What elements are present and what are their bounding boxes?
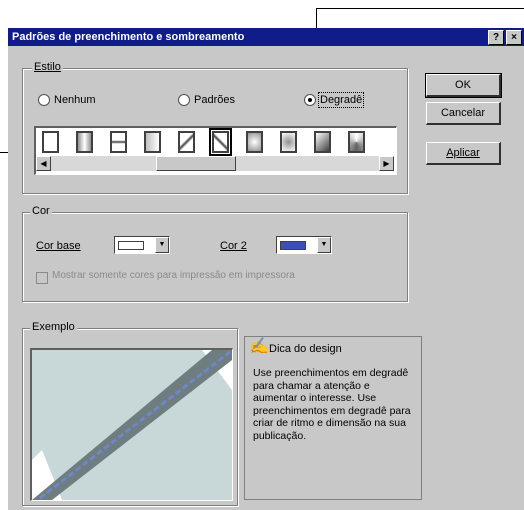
radio-patterns[interactable]: Padrões [178,94,235,106]
scrollbar-thumb[interactable] [156,156,236,171]
radio-patterns-label: Padrões [194,94,235,106]
style-group-legend: Estilo [32,61,63,73]
design-tip-box: ✍ Dica do design Use preenchimentos em d… [244,336,422,500]
radio-gradient-label: Degradê [317,92,365,108]
color2-swatch [280,241,306,250]
radio-none[interactable]: Nenhum [38,94,96,106]
gradient-swatch[interactable] [314,131,331,153]
cancel-button[interactable]: Cancelar [426,102,501,125]
callout-line [316,8,524,9]
design-tip-text: Use preenchimentos em degradê para chama… [253,367,411,442]
gradient-preview-graphic [32,350,232,500]
close-button[interactable]: × [506,30,522,45]
color-group-legend: Cor [30,205,52,217]
radio-gradient-dot[interactable] [304,94,316,106]
scroll-left-arrow-icon[interactable]: ◀ [36,156,51,171]
gradient-swatch-list: ◀ ▶ [34,126,397,175]
color-group [22,212,408,302]
print-colors-label: Mostrar somente cores para impressão em … [52,270,295,281]
scroll-right-arrow-icon[interactable]: ▶ [379,156,394,171]
title-bar: Padrões de preenchimento e sombreamento … [8,28,524,46]
base-color-swatch [118,241,144,250]
base-color-label: Cor base [36,240,81,252]
print-colors-checkbox[interactable] [36,272,48,284]
gradient-swatch[interactable] [280,131,297,153]
fill-patterns-dialog: Padrões de preenchimento e sombreamento … [8,28,524,510]
example-preview [30,348,233,501]
gradient-swatch[interactable] [110,131,127,153]
gradient-swatch[interactable] [144,131,161,153]
horizontal-scrollbar[interactable]: ◀ ▶ [36,156,394,171]
gradient-swatch[interactable] [209,128,232,156]
gradient-swatch[interactable] [42,131,59,153]
gradient-swatch[interactable] [76,131,93,153]
design-tip-title: Dica do design [269,343,342,355]
radio-none-dot[interactable] [38,94,50,106]
gradient-swatch[interactable] [246,131,263,153]
apply-button[interactable]: Aplicar [426,142,501,165]
example-group-legend: Exemplo [30,321,77,333]
design-tip-icon: ✍ [249,338,269,355]
gradient-swatch[interactable] [178,131,195,153]
radio-none-label: Nenhum [54,94,96,106]
radio-gradient[interactable]: Degradê [304,92,365,108]
dropdown-arrow-icon[interactable]: ▼ [155,237,169,253]
base-color-dropdown[interactable]: ▼ [114,236,170,254]
window-title: Padrões de preenchimento e sombreamento [12,31,245,43]
color2-dropdown[interactable]: ▼ [276,236,332,254]
gradient-swatch[interactable] [348,131,365,153]
help-button[interactable]: ? [488,30,504,45]
color2-label: Cor 2 [220,240,247,252]
dropdown-arrow-icon[interactable]: ▼ [317,237,331,253]
ok-button[interactable]: OK [425,73,502,98]
radio-patterns-dot[interactable] [178,94,190,106]
